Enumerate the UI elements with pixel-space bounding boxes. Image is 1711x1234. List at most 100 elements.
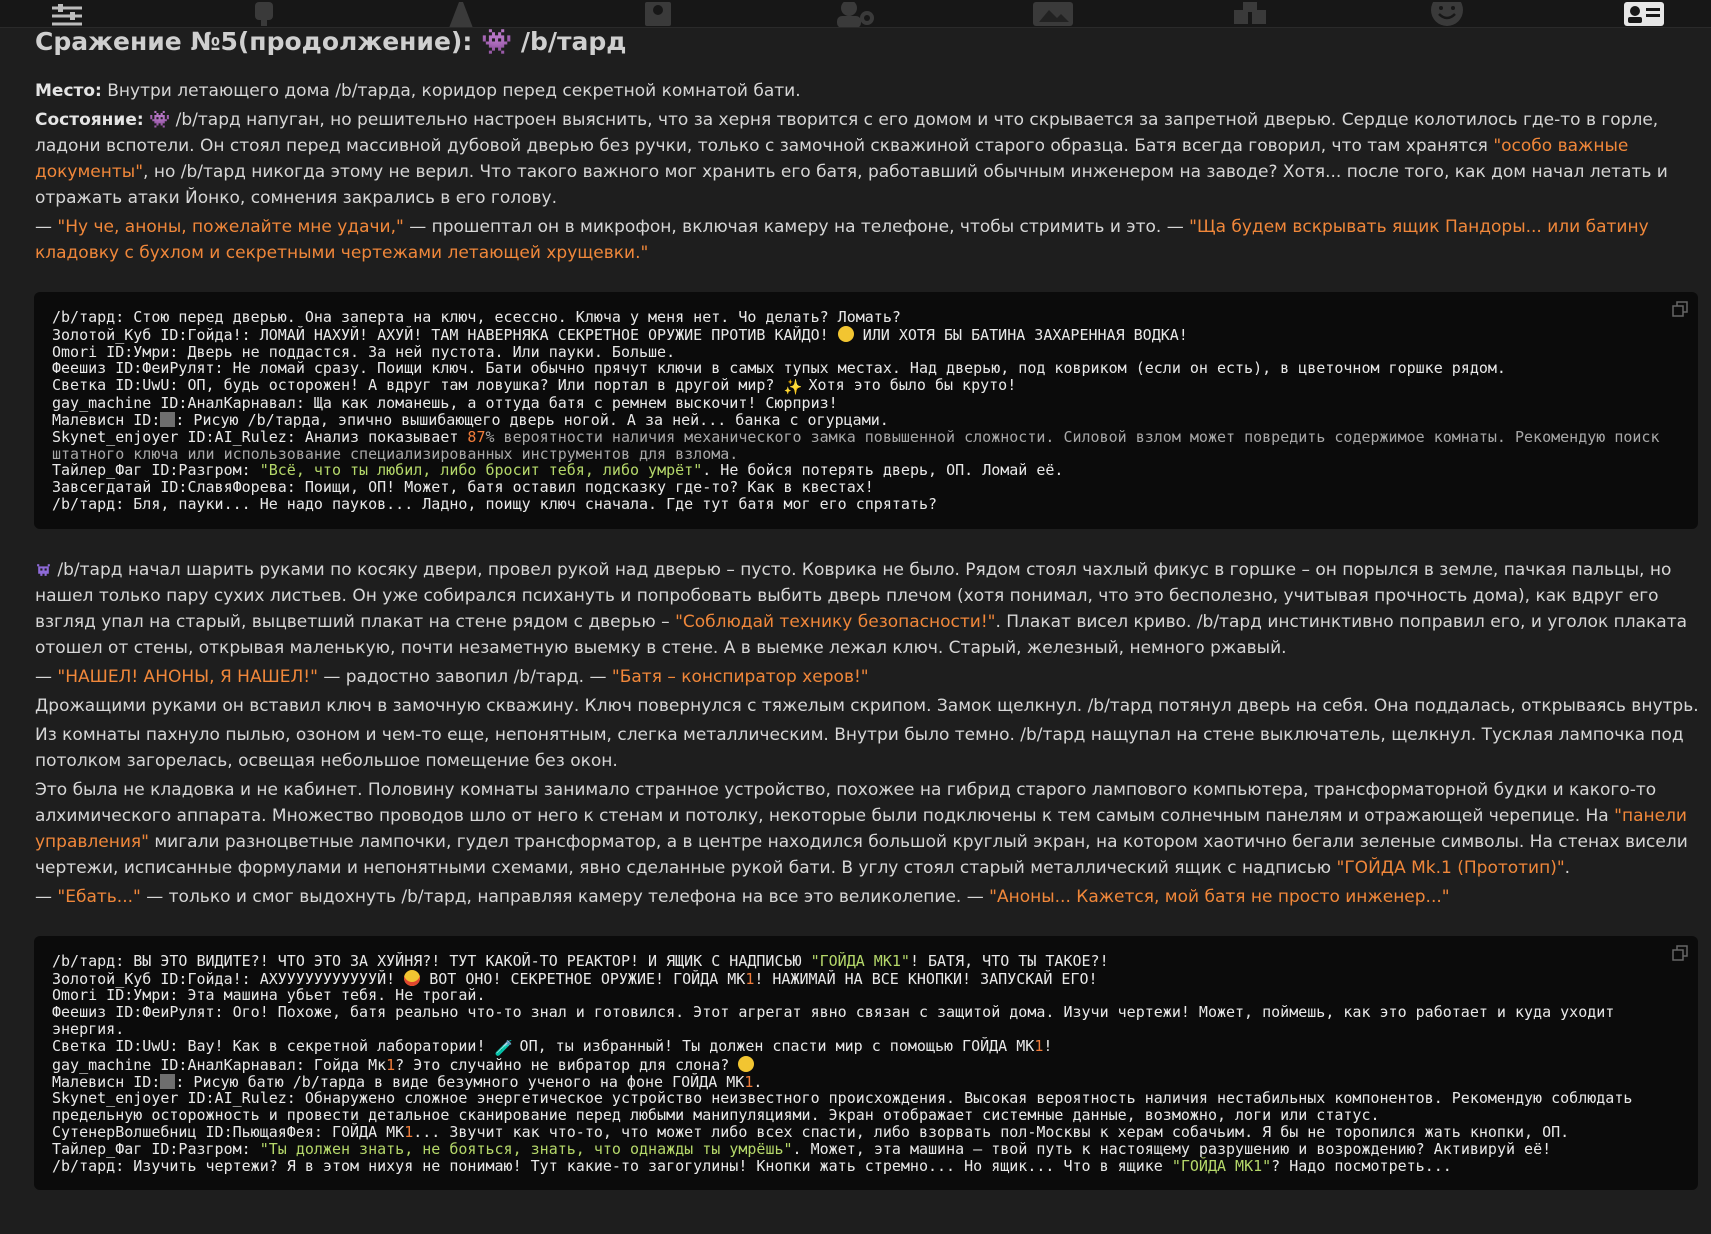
chat-line: Светка ID:UwU: Вау! Как в секретной лабо… bbox=[52, 1036, 1680, 1057]
copy-icon[interactable] bbox=[1672, 945, 1688, 961]
chat-text: Светка ID:UwU: Вау! Как в секретной лабо… bbox=[52, 1036, 495, 1055]
chat-text: ! НАЖИМАЙ НА ВСЕ КНОПКИ! ЗАПУСКАЙ ЕГО! bbox=[754, 969, 1098, 988]
chat-line: Omori ID:Умри: Дверь не поддастся. За не… bbox=[52, 342, 676, 361]
quote: "Соблюдай технику безопасности!" bbox=[675, 611, 996, 632]
chat-quote: "Ты должен знать, не бояться, знать, что… bbox=[259, 1139, 793, 1158]
chat-line: Малевисн ID: : Рисую /b/тарда, эпично выш… bbox=[52, 412, 1680, 429]
quote: "Аноны... Кажется, мой батя не просто ин… bbox=[989, 886, 1450, 907]
dialogue-paragraph: — "НАШЕЛ! АНОНЫ, Я НАШЕЛ!" — радостно за… bbox=[35, 664, 1700, 690]
chat-quote: "ГОЙДА МК1" bbox=[810, 951, 910, 970]
thinking-face-icon bbox=[738, 1055, 755, 1072]
narration: — только и смог выдохнуть /b/тард, напра… bbox=[140, 886, 990, 907]
narration: — радостно завопил /b/тард. — bbox=[317, 666, 612, 687]
chat-text: ? Надо посмотреть... bbox=[1271, 1156, 1452, 1175]
chat-text: Золотой_Куб ID:Гойда!: АХУУУУУУУУУУУЙ! bbox=[52, 969, 405, 988]
chat-quote: "Всё, что ты любил, либо бросит тебя, ли… bbox=[259, 461, 703, 480]
chat-line: Skynet_enjoyer ID:AI_Rulez: Анализ показ… bbox=[52, 427, 1680, 463]
quote: "Ебать..." bbox=[57, 886, 141, 907]
alien-monster-icon bbox=[37, 563, 50, 576]
chat-text: Тайлер_Фаг ID:Разгром: bbox=[52, 461, 260, 480]
chat-text: : Рисую батю /b/тарда в виде безумного у… bbox=[175, 1072, 745, 1091]
heart-eyes-face-icon bbox=[404, 969, 421, 986]
dash: — bbox=[35, 666, 58, 687]
chat-line: gay_machine ID:АналКарнавал: Гойда Мк1? … bbox=[52, 1055, 1680, 1074]
place-paragraph: Место: Внутри летающего дома /b/тарда, к… bbox=[35, 78, 1700, 104]
quote: "НАШЕЛ! АНОНЫ, Я НАШЕЛ!" bbox=[57, 666, 318, 687]
chat-text: Skynet_enjoyer ID:AI_Rulez: Анализ показ… bbox=[52, 427, 468, 446]
chat-text: Малевисн ID: bbox=[52, 1072, 161, 1091]
narration-paragraph: /b/тард начал шарить руками по косяку дв… bbox=[35, 557, 1700, 661]
chat-line: Завсегдатай ID:СлавяФорева: Поищи, ОП! М… bbox=[52, 478, 874, 497]
narration: . bbox=[1564, 857, 1571, 878]
place-text: Внутри летающего дома /b/тарда, коридор … bbox=[101, 81, 801, 101]
chat-line: СутенерВолшебниц ID:ПьющаяФея: ГОЙДА МК1… bbox=[52, 1124, 1680, 1141]
chat-text: Золотой_Куб ID:Гойда!: ЛОМАЙ НАХУЙ! АХУЙ… bbox=[52, 325, 838, 344]
chat-text: ... Звучит как что-то, что может либо вс… bbox=[413, 1122, 1570, 1141]
state-label: Состояние: bbox=[35, 110, 144, 130]
chat-text: ИЛИ ХОТЯ БЫ БАТИНА ЗАХАРЕННАЯ ВОДКА! bbox=[853, 325, 1188, 344]
chat-line: /b/тард: Бля, пауки... Не надо пауков...… bbox=[52, 494, 938, 513]
smiling-face-icon bbox=[837, 325, 854, 342]
dash: — bbox=[35, 886, 58, 907]
quote: "Батя – конспиратор херов!" bbox=[611, 666, 869, 687]
dash: — bbox=[35, 217, 58, 237]
chat-text: . bbox=[753, 1072, 763, 1091]
chat-line: Золотой_Куб ID:Гойда!: ЛОМАЙ НАХУЙ! АХУЙ… bbox=[52, 325, 1680, 344]
test-tube-icon: 🧪 bbox=[494, 1038, 514, 1057]
dialogue-paragraph: — "Ебать..." — только и смог выдохнуть /… bbox=[35, 884, 1700, 910]
chat-number: 1 bbox=[1034, 1036, 1044, 1055]
battle-title: Сражение №5(продолжение): 👾 /b/тард bbox=[35, 27, 627, 56]
chat-text: ОП, ты избранный! Ты должен спасти мир с… bbox=[510, 1036, 1035, 1055]
state-text: , но /b/тард никогда этому не верил. Что… bbox=[35, 162, 1668, 208]
narration: Это была не кладовка и не кабинет. Полов… bbox=[35, 779, 1657, 826]
chat-line: /b/тард: Изучить чертежи? Я в этом нихуя… bbox=[52, 1156, 1680, 1175]
chat-line: Тайлер_Фаг ID:Разгром: "Всё, что ты люби… bbox=[52, 462, 1680, 479]
chat-line: Светка ID:UwU: ОП, будь осторожен! А вдр… bbox=[52, 376, 1680, 397]
chat-number: 1 bbox=[404, 1122, 414, 1141]
chat-quote: "ГОЙДА МК1" bbox=[1171, 1156, 1272, 1175]
quote: "ГОЙДА Mk.1 (Прототип)" bbox=[1336, 857, 1565, 878]
chat-block-1: /b/тард: Стою перед дверью. Она заперта … bbox=[34, 292, 1698, 529]
chat-text: ВОТ ОНО! СЕКРЕТНОЕ ОРУЖИЕ! ГОЙДА МК bbox=[420, 969, 746, 988]
chat-line: Тайлер_Фаг ID:Разгром: "Ты должен знать,… bbox=[52, 1139, 1680, 1158]
chat-line: gay_machine ID:АналКарнавал: Ща как лома… bbox=[52, 394, 838, 413]
story-content: Сражение №5(продолжение): 👾 /b/тард Мест… bbox=[34, 22, 1700, 1218]
narration-paragraph: Дрожащими руками он вставил ключ в замоч… bbox=[35, 695, 1699, 716]
chat-block-2: /b/тард: ВЫ ЭТО ВИДИТЕ?! ЧТО ЭТО ЗА ХУЙН… bbox=[34, 935, 1698, 1191]
chat-text: . Не бойся потерять дверь, ОП. Ломай её. bbox=[702, 461, 1064, 480]
chat-text: Хотя это было бы круто! bbox=[799, 376, 1017, 395]
chat-text: ? Это случайно не вибратор для слона? bbox=[395, 1055, 739, 1074]
chat-number: 1 bbox=[745, 969, 755, 988]
chat-number: 1 bbox=[386, 1055, 396, 1074]
chat-line: Omori ID:Умри: Эта машина убьет тебя. Не… bbox=[52, 986, 486, 1005]
narration-paragraph: Это была не кладовка и не кабинет. Полов… bbox=[35, 777, 1700, 881]
chat-text: . Может, эта машина – твой путь к настоя… bbox=[792, 1139, 1552, 1158]
place-label: Место: bbox=[35, 81, 102, 101]
copy-icon[interactable] bbox=[1672, 301, 1688, 317]
chat-line: Малевисн ID: : Рисую батю /b/тарда в виде… bbox=[52, 1072, 1680, 1091]
quote: "Ну че, аноны, пожелайте мне удачи," bbox=[57, 217, 404, 237]
chat-text: /b/тард: Изучить чертежи? Я в этом нихуя… bbox=[52, 1156, 1172, 1175]
chat-text: : Рисую /b/тарда, эпично вышибающего две… bbox=[175, 410, 889, 429]
chat-text: /b/тард: ВЫ ЭТО ВИДИТЕ?! ЧТО ЭТО ЗА ХУЙН… bbox=[52, 951, 811, 970]
chat-line: /b/тард: ВЫ ЭТО ВИДИТЕ?! ЧТО ЭТО ЗА ХУЙН… bbox=[52, 951, 1680, 970]
narration: — прошептал он в микрофон, включая камер… bbox=[403, 217, 1190, 237]
chat-text: gay_machine ID:АналКарнавал: Гойда Мк bbox=[52, 1055, 387, 1074]
chat-text: СутенерВолшебниц ID:ПьющаяФея: ГОЙДА МК bbox=[52, 1122, 405, 1141]
state-text: 👾 /b/тард напуган, но решительно настрое… bbox=[35, 110, 1659, 156]
narration-paragraph: Из комнаты пахнуло пылью, озоном и чем-т… bbox=[35, 724, 1684, 771]
chat-number: 1 bbox=[744, 1072, 754, 1091]
chat-text: ! БАТЯ, ЧТО ТЫ ТАКОЕ?! bbox=[909, 951, 1109, 970]
chat-text: Малевисн ID: bbox=[52, 410, 161, 429]
chat-number: 87 bbox=[467, 427, 486, 446]
chat-text: ! bbox=[1043, 1036, 1053, 1055]
black-square-icon bbox=[160, 411, 176, 427]
chat-line: /b/тард: Стою перед дверью. Она заперта … bbox=[52, 308, 901, 326]
sparkles-icon: ✨ bbox=[783, 378, 803, 397]
chat-text: Тайлер_Фаг ID:Разгром: bbox=[52, 1139, 260, 1158]
chat-line: Феешиз ID:ФеиРулят: Ого! Похоже, батя ре… bbox=[52, 1003, 1624, 1038]
chat-line: Skynet_enjoyer ID:AI_Rulez: Обнаружено с… bbox=[52, 1089, 1642, 1125]
state-paragraph: Состояние: 👾 /b/тард напуган, но решител… bbox=[35, 107, 1700, 211]
chat-line: Феешиз ID:ФеиРулят: Не ломай сразу. Поищ… bbox=[52, 359, 1506, 378]
dialogue-paragraph: — "Ну че, аноны, пожелайте мне удачи," —… bbox=[35, 214, 1700, 266]
